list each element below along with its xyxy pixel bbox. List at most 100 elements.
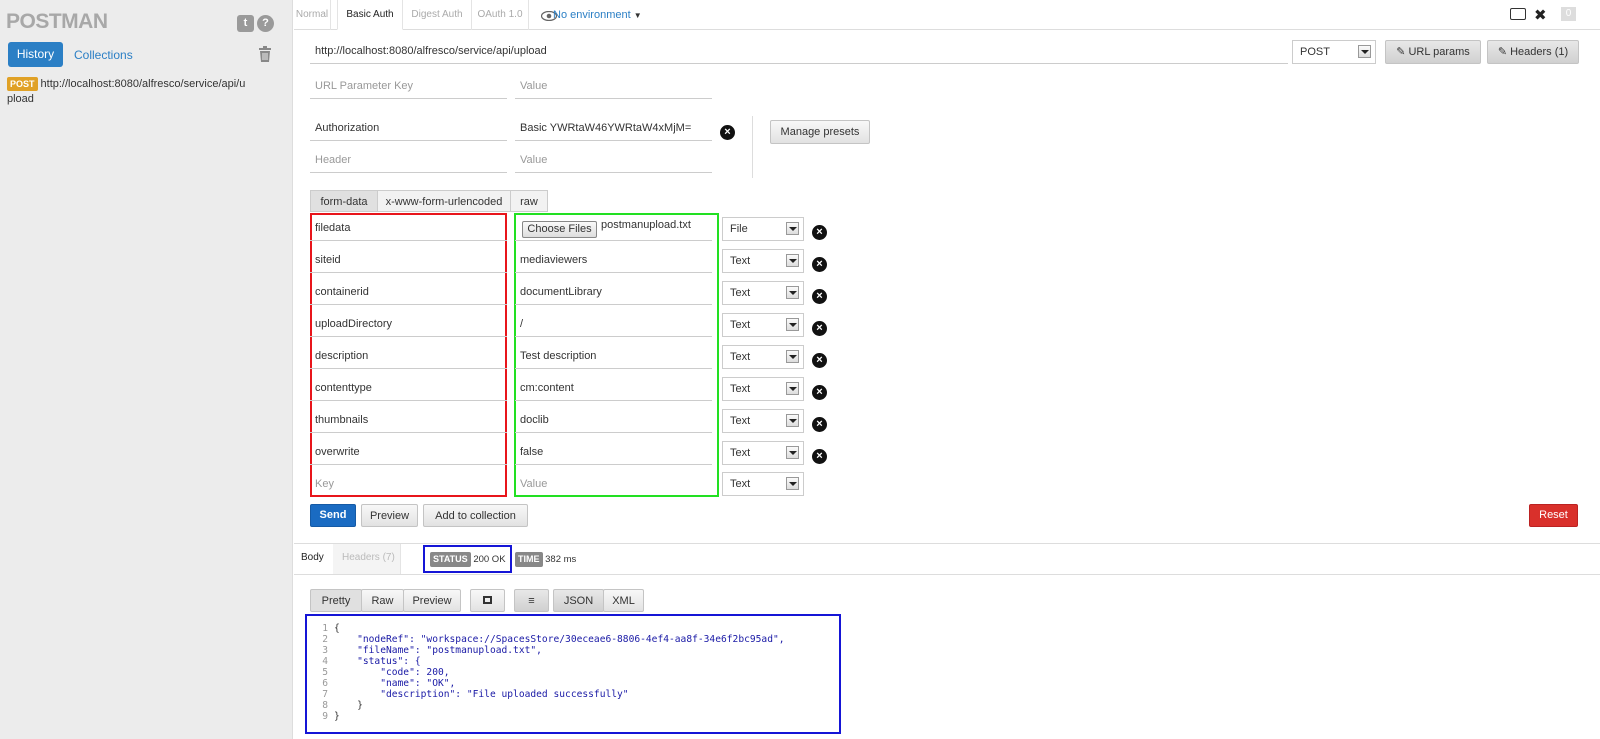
tab-oauth[interactable]: OAuth 1.0 [472,0,529,30]
remove-row-icon[interactable]: × [812,289,827,304]
url-param-value-input[interactable] [515,73,712,99]
response-body: 1{ 2 "nodeRef": "workspace://SpacesStore… [310,623,840,722]
choose-files-button[interactable]: Choose Files [522,221,597,238]
tab-urlencoded[interactable]: x-www-form-urlencoded [377,190,511,212]
tools-icon[interactable]: ✖ [1534,6,1547,24]
headers-button[interactable]: ✎ Headers (1) [1487,40,1579,64]
header-value-input[interactable] [515,115,712,141]
remove-row-icon[interactable]: × [812,257,827,272]
form-key-input[interactable] [310,343,507,369]
chevron-down-icon [786,350,799,363]
chevron-down-icon [786,382,799,395]
form-key-input[interactable] [310,375,507,401]
remove-row-icon[interactable]: × [812,417,827,432]
method-select[interactable]: POST [1292,40,1376,64]
type-select[interactable]: Text [722,281,804,305]
url-params-button[interactable]: ✎ URL params [1385,40,1481,64]
type-select-value: Text [730,415,751,427]
time-value: 382 ms [545,554,577,565]
chevron-down-icon [786,286,799,299]
form-key-input[interactable] [310,407,507,433]
url-input[interactable] [310,38,1288,64]
method-badge: POST [7,77,38,91]
tab-raw-view[interactable]: Raw [361,589,404,612]
remove-row-icon[interactable]: × [812,321,827,336]
edit-icon: ✎ [1497,46,1508,58]
form-value-input[interactable] [515,407,712,433]
type-select-value: File [730,223,748,235]
form-value-input[interactable] [515,439,712,465]
help-icon[interactable]: ? [257,15,274,32]
preview-button[interactable]: Preview [361,504,418,527]
tab-response-headers[interactable]: Headers (7) [342,552,395,563]
tab-body[interactable]: Body [301,552,324,563]
manage-presets-button[interactable]: Manage presets [770,120,870,144]
form-value-input[interactable] [515,247,712,273]
remove-row-icon[interactable]: × [812,225,827,240]
twitter-icon[interactable]: t [237,15,254,32]
type-select[interactable]: Text [722,313,804,337]
tab-basic-auth[interactable]: Basic Auth [337,0,403,30]
history-item[interactable]: POST http://localhost:8080/alfresco/servi… [7,77,247,107]
type-select[interactable]: Text [722,345,804,369]
type-select[interactable]: Text [722,377,804,401]
form-key-input[interactable] [310,439,507,465]
form-value-input[interactable] [515,311,712,337]
history-item-url: http://localhost:8080/alfresco/service/a… [7,78,246,105]
remove-row-icon[interactable]: × [812,353,827,368]
add-to-collection-button[interactable]: Add to collection [423,504,528,527]
method-select-value: POST [1300,46,1330,58]
history-tab[interactable]: History [8,42,63,67]
code-line: 7 "description": "File uploaded successf… [322,689,629,700]
code-line: 8 } [322,700,363,711]
chevron-down-icon [786,446,799,459]
url-param-key-input[interactable] [310,73,507,99]
type-select[interactable]: Text [722,472,804,496]
new-value-input[interactable] [515,471,712,497]
code-line: 3 "fileName": "postmanupload.txt", [322,645,542,656]
type-select[interactable]: Text [722,249,804,273]
tab-raw[interactable]: raw [510,190,548,212]
form-key-input[interactable] [310,215,507,241]
collections-tab[interactable]: Collections [74,48,133,62]
tab-json[interactable]: JSON [553,589,604,612]
code-line: 2 "nodeRef": "workspace://SpacesStore/30… [322,634,785,645]
divider [752,116,753,178]
tab-pretty[interactable]: Pretty [310,589,362,612]
chevron-down-icon: ▼ [633,11,642,20]
new-header-key-input[interactable] [310,147,507,173]
type-select-value: Text [730,351,751,363]
remove-header-icon[interactable]: × [720,125,735,140]
tab-normal[interactable]: Normal [294,0,331,30]
type-select-value: Text [730,255,751,267]
code-line: 5 "code": 200, [322,667,450,678]
remove-row-icon[interactable]: × [812,449,827,464]
fullscreen-icon[interactable] [470,589,505,612]
tab-xml[interactable]: XML [603,589,644,612]
send-button[interactable]: Send [310,504,356,527]
wrap-lines-icon[interactable]: ≡ [514,589,549,612]
reset-button[interactable]: Reset [1529,504,1578,527]
new-key-input[interactable] [310,471,507,497]
remove-row-icon[interactable]: × [812,385,827,400]
tab-digest-auth[interactable]: Digest Auth [403,0,472,30]
code-line: 9} [322,711,340,722]
form-key-input[interactable] [310,311,507,337]
form-value-input[interactable] [515,375,712,401]
tab-preview-view[interactable]: Preview [403,589,461,612]
header-key-input[interactable] [310,115,507,141]
environment-select[interactable]: No environment ▼ [553,9,642,21]
new-header-value-input[interactable] [515,147,712,173]
keyboard-icon[interactable] [1510,8,1526,20]
type-select[interactable]: Text [722,441,804,465]
form-key-input[interactable] [310,247,507,273]
form-value-input[interactable] [515,279,712,305]
chevron-down-icon [1358,45,1371,58]
form-key-input[interactable] [310,279,507,305]
auth-tabs-bar: Normal Basic Auth Digest Auth OAuth 1.0 … [294,0,1600,30]
form-value-input[interactable] [515,343,712,369]
type-select[interactable]: File [722,217,804,241]
trash-icon[interactable] [257,45,273,63]
tab-form-data[interactable]: form-data [310,190,378,212]
type-select[interactable]: Text [722,409,804,433]
